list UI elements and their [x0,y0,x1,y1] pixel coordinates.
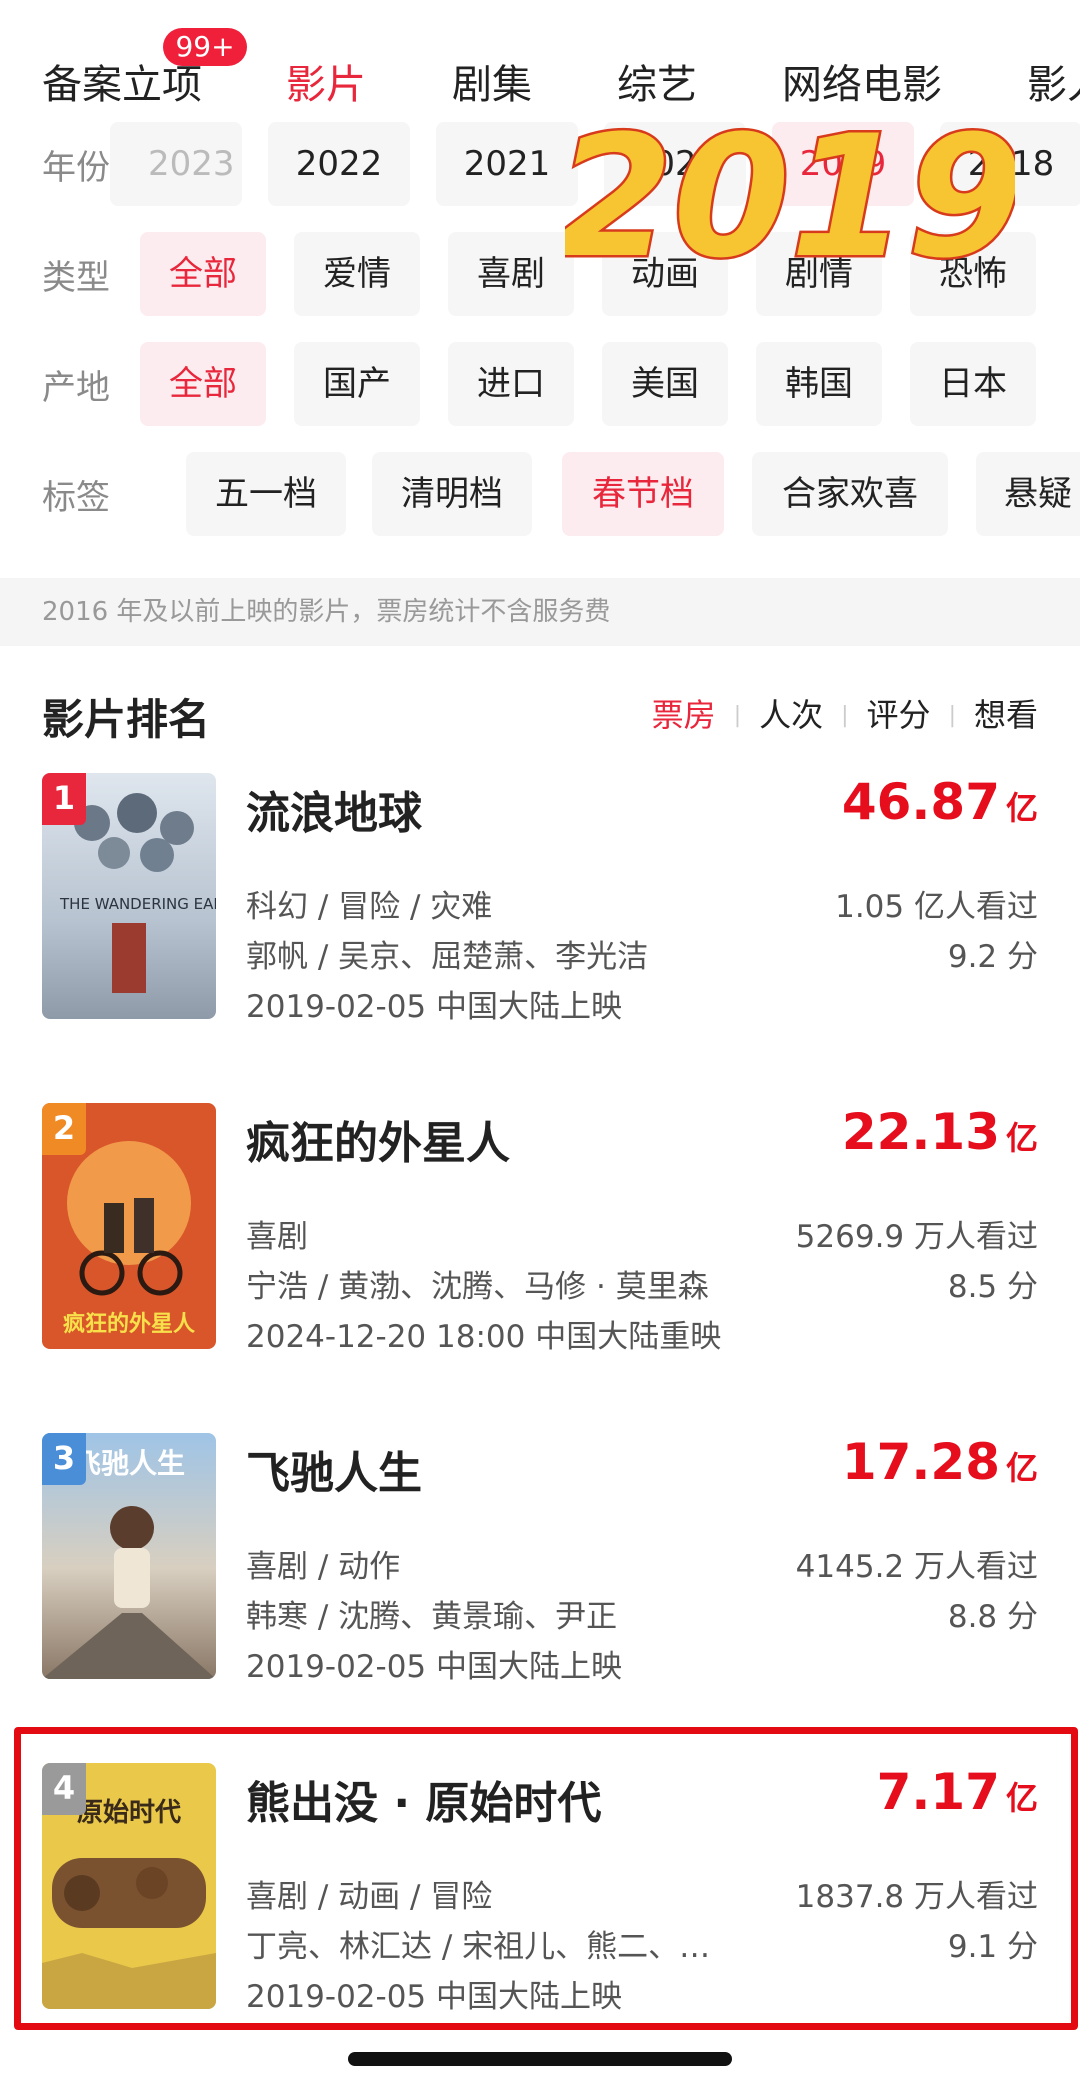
filter-row-tag: 标签 五一档 清明档 春节档 合家欢喜 悬疑 [0,452,1080,538]
movie-item[interactable]: 疯狂的外星人 2 疯狂的外星人 22.13 亿 喜剧 5269.9 万人看过 宁浩… [0,1103,1080,1363]
release-info: 2019-02-05 中国大陆上映 [246,1649,623,1685]
region-chip-all[interactable]: 全部 [140,342,266,426]
sort-attendance[interactable]: 人次 [759,690,823,736]
region-chip-japan[interactable]: 日本 [910,342,1036,426]
highlight-annotation-box [14,1727,1078,2030]
movie-credits: 宁浩 / 黄渤、沈腾、马修 · 莫里森 [246,1269,709,1305]
filter-label-year: 年份 [42,148,110,188]
movie-item[interactable]: 飞驰人生 3 飞驰人生 17.28 亿 喜剧 / 动作 4145.2 万人看过 韩… [0,1433,1080,1693]
tag-chip-family[interactable]: 合家欢喜 [752,452,948,536]
movie-poster[interactable]: 疯狂的外星人 2 [42,1103,216,1349]
movie-genres: 喜剧 / 动作 [246,1549,401,1585]
sort-separator: | [733,703,742,728]
box-office-value: 46.87 亿 [841,773,1038,831]
filter-label-region: 产地 [42,368,110,408]
region-chip-domestic[interactable]: 国产 [294,342,420,426]
sort-box-office[interactable]: 票房 [652,690,716,736]
movie-score: 8.8 分 [947,1599,1038,1635]
region-chip-usa[interactable]: 美国 [602,342,728,426]
sort-separator: | [948,703,956,728]
movie-title[interactable]: 流浪地球 [246,777,422,841]
movie-title[interactable]: 疯狂的外星人 [246,1107,510,1171]
year-overlay-text: 2019 [565,97,1015,286]
poster-title-text: THE WANDERING EARTH [59,895,216,913]
sort-separator: | [841,703,849,728]
year-chip-2021[interactable]: 2021 [436,122,578,206]
viewer-count: 5269.9 万人看过 [795,1219,1038,1255]
viewer-count: 4145.2 万人看过 [795,1549,1038,1585]
filter-row-region: 产地 全部 国产 进口 美国 韩国 日本 [0,342,1080,428]
type-chip-comedy[interactable]: 喜剧 [448,232,574,316]
overlay-year-label: 2019 [565,99,1015,285]
region-chip-imported[interactable]: 进口 [448,342,574,426]
sort-options: 票房 | 人次 | 评分 | 想看 [652,690,1038,736]
year-chip-2023[interactable]: 2023 [110,122,242,206]
filter-label-type: 类型 [42,258,110,298]
tag-chip-spring-festival[interactable]: 春节档 [562,452,724,536]
sort-rating[interactable]: 评分 [867,690,931,736]
rank-badge: 3 [42,1433,86,1485]
rank-badge: 2 [42,1103,86,1155]
tag-chip-suspense[interactable]: 悬疑 [976,452,1080,536]
region-chip-korea[interactable]: 韩国 [756,342,882,426]
tag-chip-may-day[interactable]: 五一档 [186,452,346,536]
viewer-count: 1.05 亿人看过 [835,889,1038,925]
movie-genres: 喜剧 [246,1219,308,1255]
movie-credits: 郭帆 / 吴京、屈楚萧、李光洁 [246,939,649,975]
release-info: 2024-12-20 18:00 中国大陆重映 [246,1319,722,1355]
tab-people[interactable]: 影人 [1027,52,1080,110]
notification-badge: 99+ [163,28,247,66]
poster-title-text: 飞驰人生 [73,1447,185,1480]
box-office-value: 17.28 亿 [841,1433,1038,1491]
movie-poster[interactable]: 飞驰人生 3 [42,1433,216,1679]
type-chip-romance[interactable]: 爱情 [294,232,420,316]
movie-item[interactable]: THE WANDERING EARTH 1 流浪地球 46.87亿 科幻 / 冒… [0,773,1080,1033]
movie-poster[interactable]: THE WANDERING EARTH 1 [42,773,216,1019]
movie-score: 8.5 分 [947,1269,1038,1305]
rank-badge: 1 [42,773,86,825]
tab-series[interactable]: 剧集 [452,52,532,110]
movie-score: 9.2 分 [947,939,1038,975]
tag-chip-qingming[interactable]: 清明档 [372,452,532,536]
movie-credits: 韩寒 / 沈腾、黄景瑜、尹正 [246,1599,618,1635]
boxoffice-notice: 2016 年及以前上映的影片，票房统计不含服务费 [0,578,1080,646]
type-chip-all[interactable]: 全部 [140,232,266,316]
release-info: 2019-02-05 中国大陆上映 [246,989,623,1025]
movie-genres: 科幻 / 冒险 / 灾难 [246,889,493,925]
box-office-value: 22.13 亿 [841,1103,1038,1161]
filter-label-tag: 标签 [42,478,110,518]
year-chip-2022[interactable]: 2022 [268,122,410,206]
ranking-title: 影片排名 [42,695,211,744]
home-indicator[interactable] [348,2052,732,2066]
movie-title[interactable]: 飞驰人生 [246,1437,422,1501]
poster-title-text: 疯狂的外星人 [63,1311,195,1337]
sort-want-to-watch[interactable]: 想看 [974,690,1038,736]
tab-movies[interactable]: 影片 [286,52,366,110]
